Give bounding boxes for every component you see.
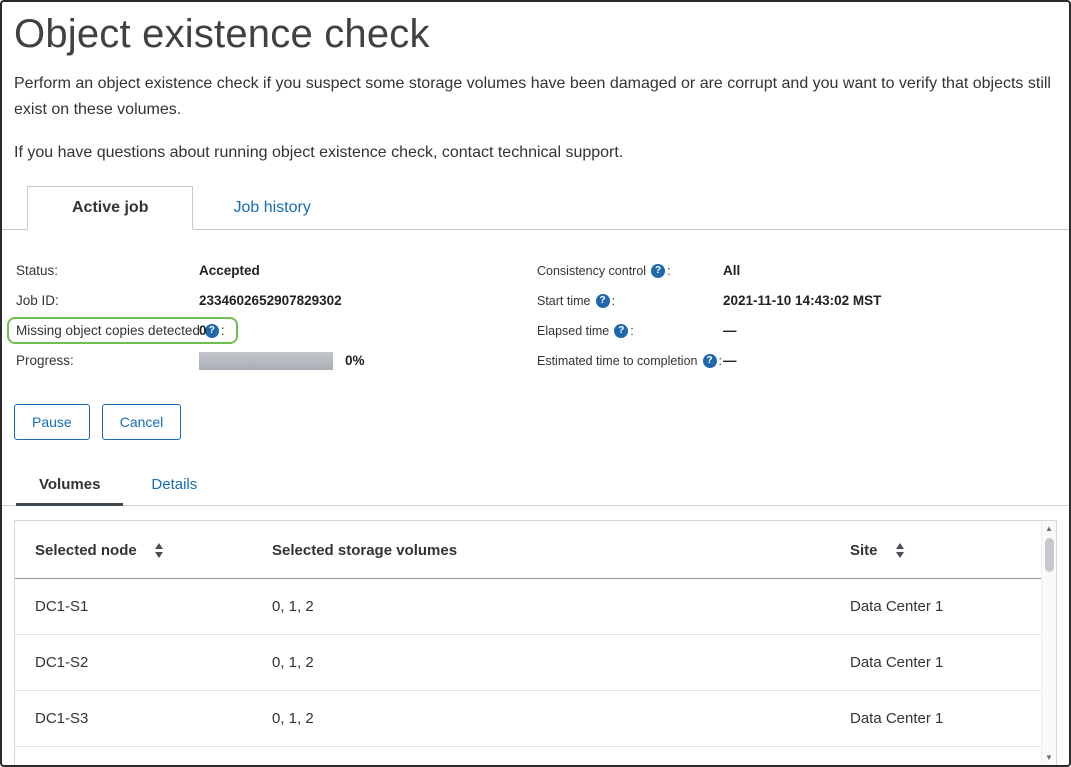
sort-icon <box>896 543 904 558</box>
details-right-column: Consistency control ? : All Start time ?… <box>537 256 1069 376</box>
colon: : <box>667 264 670 278</box>
missing-copies-row: Missing object copies detected ? : 0 <box>16 316 537 346</box>
job-id-row: Job ID: 2334602652907829302 <box>16 286 537 316</box>
estimated-completion-value: — <box>723 353 737 368</box>
header-site-label: Site <box>850 542 878 559</box>
tab-active-job[interactable]: Active job <box>27 186 193 230</box>
header-selected-node-label: Selected node <box>35 542 137 559</box>
consistency-label: Consistency control ? : <box>537 264 723 278</box>
volumes-table: Selected node Selected storage volumes S… <box>15 521 1041 747</box>
help-icon[interactable]: ? <box>651 264 665 278</box>
progress-row: Progress: 0% <box>16 346 537 376</box>
elapsed-time-label-text: Elapsed time <box>537 324 609 338</box>
job-tabs: Active job Job history <box>2 186 1069 230</box>
job-actions: Pause Cancel <box>14 404 1069 440</box>
cell-volumes: 0, 1, 2 <box>252 634 830 690</box>
table-row: DC1-S2 0, 1, 2 Data Center 1 <box>15 634 1041 690</box>
subtab-details[interactable]: Details <box>123 466 225 505</box>
intro-paragraph: Perform an object existence check if you… <box>14 71 1055 122</box>
scroll-down-icon[interactable]: ▼ <box>1042 750 1056 765</box>
help-icon[interactable]: ? <box>614 324 628 338</box>
sort-icon <box>155 543 163 558</box>
start-time-value: 2021-11-10 14:43:02 MST <box>723 293 881 308</box>
page: Object existence check Perform an object… <box>0 0 1071 767</box>
colon: : <box>719 354 722 368</box>
cell-site: Data Center 1 <box>830 578 1041 634</box>
pause-button[interactable]: Pause <box>14 404 90 440</box>
consistency-value: All <box>723 263 740 278</box>
cell-volumes: 0, 1, 2 <box>252 578 830 634</box>
start-time-row: Start time ? : 2021-11-10 14:43:02 MST <box>537 286 1069 316</box>
vertical-scrollbar[interactable]: ▲ ▼ <box>1041 521 1056 765</box>
cancel-button[interactable]: Cancel <box>102 404 182 440</box>
page-title: Object existence check <box>14 12 1069 57</box>
progress-label: Progress: <box>16 353 199 368</box>
header-site[interactable]: Site <box>830 521 1041 579</box>
job-id-value: 2334602652907829302 <box>199 293 342 308</box>
support-paragraph: If you have questions about running obje… <box>14 140 1055 166</box>
cell-site: Data Center 1 <box>830 690 1041 746</box>
cell-node: DC1-S2 <box>15 634 252 690</box>
status-value: Accepted <box>199 263 260 278</box>
consistency-row: Consistency control ? : All <box>537 256 1069 286</box>
status-label: Status: <box>16 263 199 278</box>
colon: : <box>630 324 633 338</box>
job-id-label: Job ID: <box>16 293 199 308</box>
cell-node: DC1-S1 <box>15 578 252 634</box>
help-icon[interactable]: ? <box>205 324 219 338</box>
elapsed-time-value: — <box>723 323 737 338</box>
tab-job-history[interactable]: Job history <box>193 187 350 229</box>
start-time-label-text: Start time <box>537 294 591 308</box>
scrollbar-thumb[interactable] <box>1045 538 1054 572</box>
table-row: DC1-S1 0, 1, 2 Data Center 1 <box>15 578 1041 634</box>
help-icon[interactable]: ? <box>596 294 610 308</box>
table-header-row: Selected node Selected storage volumes S… <box>15 521 1041 579</box>
scroll-up-icon[interactable]: ▲ <box>1042 521 1056 536</box>
cell-node: DC1-S3 <box>15 690 252 746</box>
header-selected-volumes-label: Selected storage volumes <box>272 542 457 559</box>
elapsed-time-row: Elapsed time ? : — <box>537 316 1069 346</box>
colon: : <box>221 323 225 338</box>
missing-copies-value: 0 <box>199 323 207 338</box>
volumes-table-card: Selected node Selected storage volumes S… <box>14 520 1057 765</box>
estimated-completion-label: Estimated time to completion ? : <box>537 354 723 368</box>
details-left-column: Status: Accepted Job ID: 233460265290782… <box>16 256 537 376</box>
colon: : <box>612 294 615 308</box>
estimated-completion-row: Estimated time to completion ? : — <box>537 346 1069 376</box>
progress-percent: 0% <box>345 353 365 368</box>
estimated-completion-label-text: Estimated time to completion <box>537 354 698 368</box>
missing-copies-label: Missing object copies detected ? : <box>16 323 199 338</box>
status-row: Status: Accepted <box>16 256 537 286</box>
table-row: DC1-S3 0, 1, 2 Data Center 1 <box>15 690 1041 746</box>
cell-site: Data Center 1 <box>830 634 1041 690</box>
job-details: Status: Accepted Job ID: 233460265290782… <box>2 230 1069 376</box>
detail-subtabs: Volumes Details <box>2 466 1069 506</box>
consistency-label-text: Consistency control <box>537 264 646 278</box>
header-selected-node[interactable]: Selected node <box>15 521 252 579</box>
missing-copies-label-text: Missing object copies detected <box>16 323 200 338</box>
cell-volumes: 0, 1, 2 <box>252 690 830 746</box>
start-time-label: Start time ? : <box>537 294 723 308</box>
subtab-volumes[interactable]: Volumes <box>16 466 123 506</box>
help-icon[interactable]: ? <box>703 354 717 368</box>
header-selected-volumes: Selected storage volumes <box>252 521 830 579</box>
elapsed-time-label: Elapsed time ? : <box>537 324 723 338</box>
progress-bar <box>199 352 333 370</box>
